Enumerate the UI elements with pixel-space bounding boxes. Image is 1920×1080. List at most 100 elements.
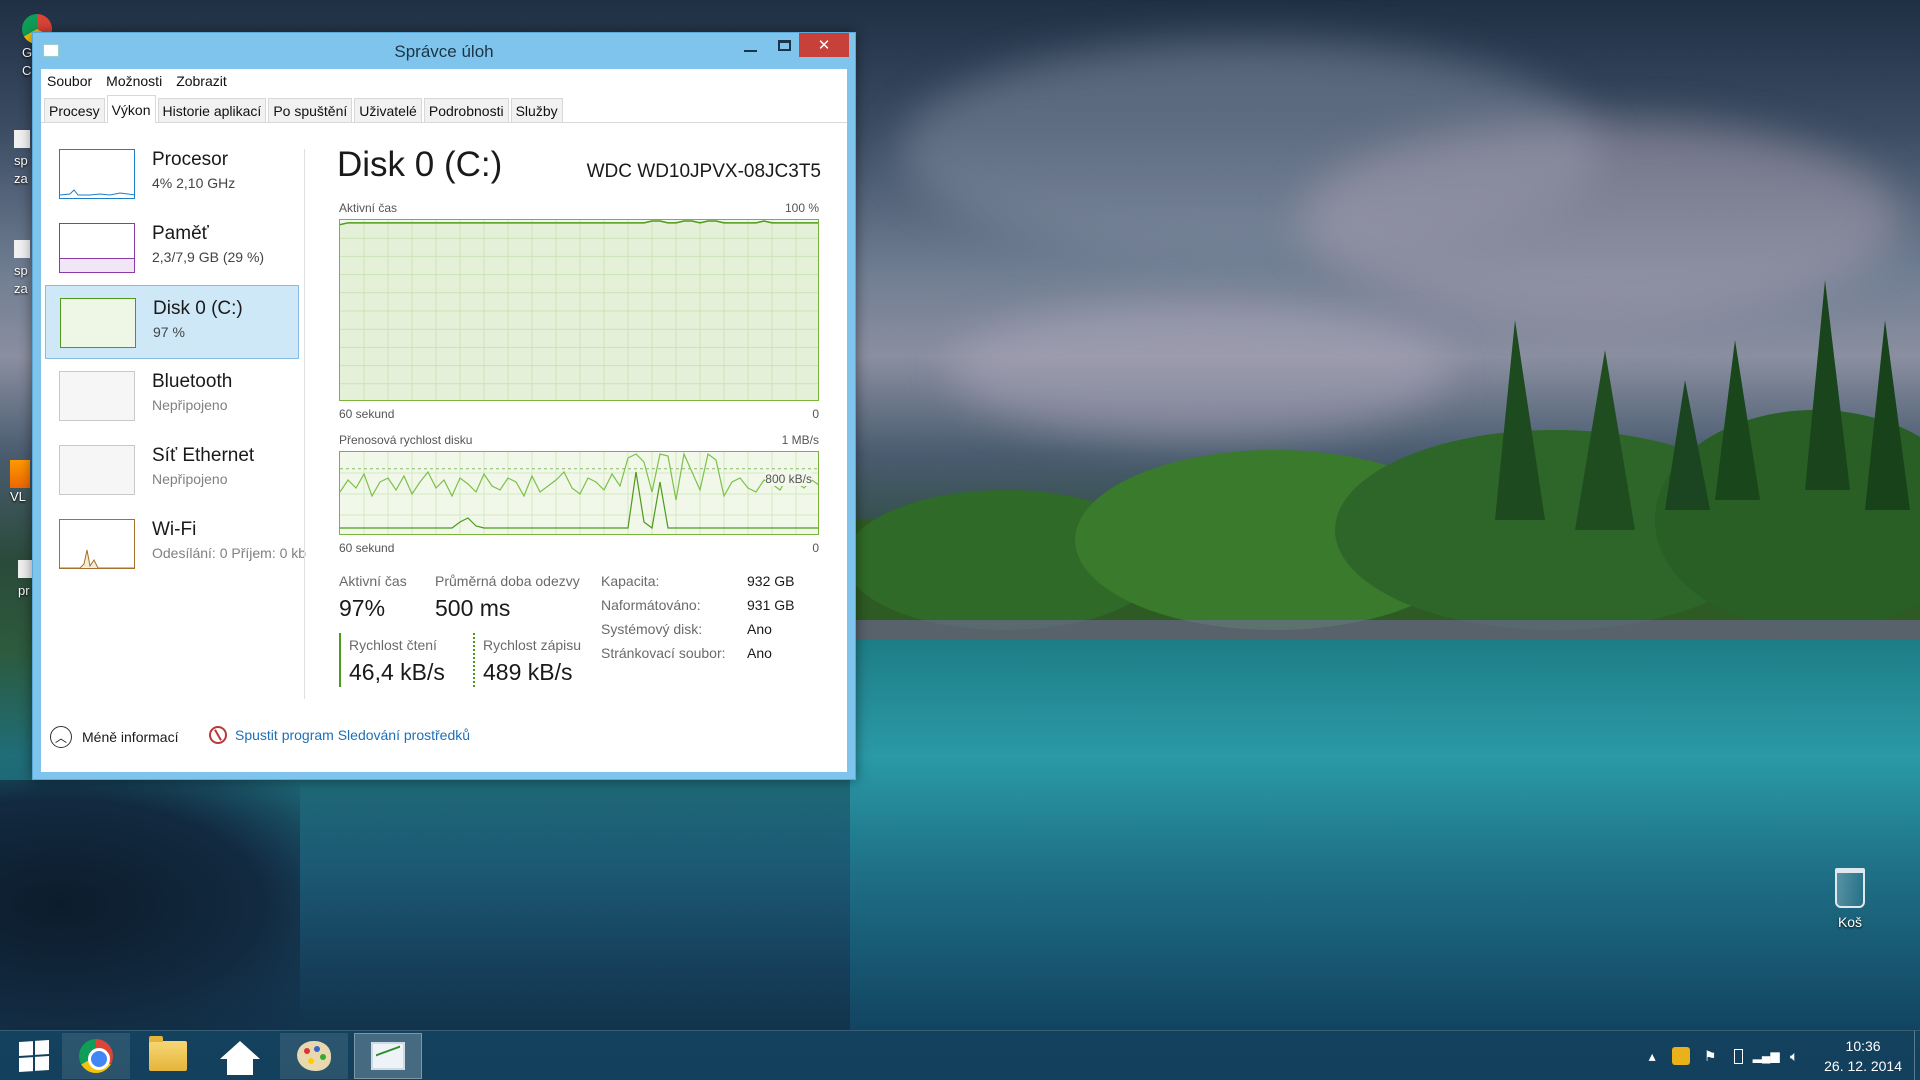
start-button[interactable] [0, 1033, 68, 1079]
menu-file[interactable]: Soubor [47, 73, 92, 89]
folder-icon [149, 1036, 187, 1071]
recycle-bin-icon [1835, 868, 1865, 908]
sidebar-item-sub: Odesílání: 0 Příjem: 0 kb [152, 545, 306, 561]
resource-monitor-link[interactable]: Spustit program Sledování prostředků [209, 726, 470, 744]
clock-time: 10:36 [1845, 1038, 1881, 1054]
system-disk-value: Ano [747, 621, 772, 637]
taskbar-chrome[interactable] [62, 1033, 130, 1079]
transfer-rate-graph: 800 kB/s [339, 451, 819, 535]
sidebar-item-memory[interactable]: Paměť 2,3/7,9 GB (29 %) [45, 211, 299, 285]
vlc-icon [10, 460, 30, 488]
close-button[interactable]: ✕ [799, 33, 849, 57]
desktop-icon-label: VL [10, 489, 26, 504]
taskbar-task-manager[interactable] [354, 1033, 422, 1079]
active-time-label: Aktivní čas [339, 573, 407, 589]
tab-strip: Procesy Výkon Historie aplikací Po spušt… [41, 93, 847, 123]
disk-mini-graph [60, 298, 136, 348]
maximize-button[interactable] [769, 33, 799, 57]
taskbar-explorer[interactable] [134, 1033, 202, 1079]
menu-options[interactable]: Možnosti [106, 73, 162, 89]
transfer-rate-graph-svg [340, 452, 818, 534]
menu-bar: Soubor Možnosti Zobrazit [41, 69, 847, 93]
chart2-time-label: 60 sekund [339, 541, 395, 555]
page-file-value: Ano [747, 645, 772, 661]
desktop-icon-label: sp za [14, 153, 28, 186]
chevron-up-icon: ︿ [50, 726, 72, 748]
window-client: Soubor Možnosti Zobrazit Procesy Výkon H… [41, 69, 847, 772]
read-rate-value: 46,4 kB/s [349, 659, 445, 685]
security-icon[interactable] [1672, 1047, 1691, 1065]
capacity-value: 932 GB [747, 573, 795, 589]
recycle-bin[interactable]: Koš [1822, 868, 1878, 930]
action-center-flag-icon[interactable]: ⚑ [1702, 1048, 1718, 1064]
clock[interactable]: 10:36 26. 12. 2014 [1824, 1036, 1902, 1076]
network-signal-icon[interactable]: ▂▄▆ [1753, 1048, 1780, 1064]
fewer-details-button[interactable]: ︿ Méně informací [50, 726, 178, 748]
show-hidden-icons-icon[interactable]: ▴ [1644, 1048, 1660, 1064]
clock-date: 26. 12. 2014 [1824, 1058, 1902, 1074]
memory-mini-graph [59, 223, 135, 273]
minimize-button[interactable] [735, 33, 765, 57]
fewer-details-label: Méně informací [82, 729, 179, 745]
resource-monitor-label: Spustit program Sledování prostředků [235, 727, 471, 743]
volume-icon[interactable]: 🔈︎ [1786, 1048, 1802, 1064]
title-bar[interactable]: Správce úloh ✕ [33, 33, 855, 67]
detail-title: Disk 0 (C:) [337, 145, 503, 184]
tab-performance[interactable]: Výkon [106, 95, 156, 123]
read-rate-bar [339, 633, 341, 687]
chrome-icon [79, 1039, 113, 1073]
sidebar-item-label: Paměť [152, 223, 209, 244]
chart1-label: Aktivní čas [339, 201, 398, 215]
response-time-value: 500 ms [435, 595, 511, 621]
disk-model: WDC WD10JPVX-08JC3T5 [586, 161, 821, 182]
sidebar-item-wifi[interactable]: Wi-Fi Odesílání: 0 Příjem: 0 kb [45, 507, 306, 581]
write-rate-label: Rychlost zápisu [483, 637, 582, 653]
desktop-icon[interactable]: VL [10, 460, 34, 506]
tab-processes[interactable]: Procesy [44, 98, 105, 122]
sidebar-item-label: Síť Ethernet [152, 445, 255, 466]
menu-view[interactable]: Zobrazit [176, 73, 227, 89]
response-time-label: Průměrná doba odezvy [435, 573, 580, 589]
cpu-mini-graph [59, 149, 135, 199]
sidebar-item-cpu[interactable]: Procesor 4% 2,10 GHz [45, 137, 299, 211]
sidebar-item-sub: Nepřipojeno [152, 471, 228, 487]
tab-users[interactable]: Uživatelé [354, 98, 422, 122]
shore [0, 780, 300, 1030]
write-rate-bar [473, 633, 475, 687]
sidebar-item-bluetooth[interactable]: Bluetooth Nepřipojeno [45, 359, 299, 433]
disk-detail: Disk 0 (C:) WDC WD10JPVX-08JC3T5 Aktivní… [337, 125, 821, 715]
sidebar-item-disk[interactable]: Disk 0 (C:) 97 % [45, 285, 299, 359]
tab-app-history[interactable]: Historie aplikací [157, 98, 267, 122]
tab-services[interactable]: Služby [510, 98, 563, 122]
cpu-mini-line [60, 189, 134, 196]
minimize-icon [743, 50, 757, 52]
memory-mini-fill [60, 258, 134, 272]
chart2-min-label: 0 [812, 541, 819, 555]
system-tray: ▴ ⚑ ▂▄▆ 🔈︎ 10:36 26. 12. 2014 [1638, 1031, 1920, 1080]
battery-icon[interactable] [1730, 1048, 1746, 1064]
desktop-icon-label: sp za [14, 263, 28, 296]
document-icon [14, 240, 30, 258]
document-icon [14, 130, 30, 148]
tab-startup[interactable]: Po spuštění [268, 98, 353, 122]
sidebar-item-sub: 2,3/7,9 GB (29 %) [152, 249, 265, 265]
read-rate-label: Rychlost čtení [349, 637, 437, 653]
chart1-time-label: 60 sekund [339, 407, 395, 421]
capacity-key: Kapacita: [601, 573, 660, 589]
active-time-graph-svg [340, 220, 818, 400]
active-time-graph [339, 219, 819, 401]
resource-list: Procesor 4% 2,10 GHz Paměť 2,3/7,9 GB (2… [41, 125, 306, 715]
maximize-icon [777, 39, 791, 51]
tab-details[interactable]: Podrobnosti [423, 98, 509, 122]
sidebar-item-label: Wi-Fi [152, 519, 197, 540]
sidebar-item-label: Disk 0 (C:) [153, 298, 243, 319]
taskbar-home[interactable] [206, 1033, 274, 1079]
task-manager-window: Správce úloh ✕ Soubor Možnosti Zobrazit … [32, 32, 856, 780]
page-file-key: Stránkovací soubor: [601, 645, 726, 661]
ethernet-mini-graph [59, 445, 135, 495]
forest [855, 280, 1920, 675]
sidebar-item-ethernet[interactable]: Síť Ethernet Nepřipojeno [45, 433, 299, 507]
taskbar-paint[interactable] [280, 1033, 348, 1079]
show-desktop-button[interactable] [1914, 1031, 1920, 1080]
sidebar-item-sub: Nepřipojeno [152, 397, 228, 413]
